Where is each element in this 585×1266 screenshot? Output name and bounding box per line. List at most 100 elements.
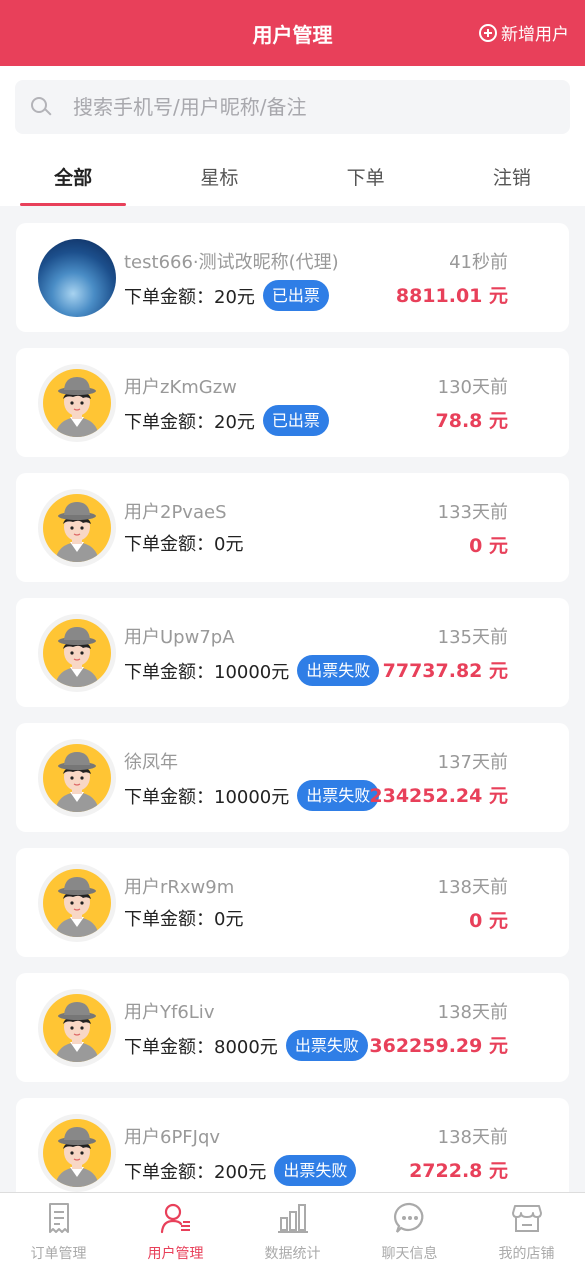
plus-circle-icon (479, 23, 497, 42)
status-badge: 出票失败 (297, 780, 380, 811)
last-active-time: 41秒前 (449, 252, 508, 273)
nav-item-4[interactable]: 我的店铺 (468, 1193, 585, 1266)
add-user-label: 新增用户 (501, 25, 569, 45)
nav-label: 订单管理 (30, 1246, 87, 1262)
user-name: 用户6PFJqv (124, 1127, 221, 1148)
tab-2[interactable]: 下单 (293, 146, 439, 206)
user-card[interactable]: test666·测试改昵称(代理) 41秒前下单金额： 20元 已出票 8811.01 … (16, 223, 569, 332)
order-amount-label: 下单金额： (124, 786, 214, 808)
order-amount-value: 20元 (214, 411, 255, 433)
order-amount-value: 200元 (214, 1161, 267, 1183)
order-amount-value: 10000元 (214, 661, 290, 683)
default-avatar-icon (38, 489, 116, 567)
status-badge: 出票失败 (297, 655, 380, 686)
avatar (38, 239, 116, 317)
tab-3[interactable]: 注销 (439, 146, 585, 206)
user-name: 徐凤年 (124, 752, 178, 773)
user-name: test666·测试改昵称(代理) (124, 252, 339, 273)
order-amount-label: 下单金额： (124, 661, 214, 683)
nav-item-3[interactable]: 聊天信息 (351, 1193, 468, 1266)
default-avatar-icon (38, 739, 116, 817)
user-list-icon (159, 1201, 193, 1243)
order-amount-label: 下单金额： (124, 534, 214, 555)
last-active-time: 138天前 (437, 1002, 508, 1023)
filter-area: 全部星标下单注销 (0, 66, 585, 206)
search-input[interactable] (73, 95, 513, 119)
order-amount-row: 下单金额： 20元 已出票 (124, 405, 329, 436)
order-amount-row: 下单金额： 0元 (124, 905, 243, 931)
last-active-time: 133天前 (437, 502, 508, 523)
order-amount-row: 下单金额： 20元 已出票 (124, 280, 329, 311)
chat-icon (393, 1201, 427, 1243)
app-header: 用户管理 新增用户 (0, 0, 585, 66)
default-avatar-icon (38, 864, 116, 942)
nav-item-1[interactable]: 用户管理 (117, 1193, 234, 1266)
bottom-navigation: 订单管理 用户管理 数据统计 聊天信息 我的店铺 (0, 1192, 585, 1266)
user-name: 用户Yf6Liv (124, 1002, 215, 1023)
order-amount-value: 8000元 (214, 1036, 278, 1058)
total-amount: 78.8 元 (435, 410, 509, 432)
user-card[interactable]: 徐凤年 137天前下单金额： 10000元 出票失败 234252.24 元 (16, 723, 569, 832)
total-amount: 8811.01 元 (395, 285, 508, 307)
last-active-time: 138天前 (437, 1127, 508, 1148)
tab-0[interactable]: 全部 (0, 146, 146, 206)
user-name: 用户rRxw9m (124, 877, 235, 898)
user-name: 用户Upw7pA (124, 627, 235, 648)
status-badge: 已出票 (262, 280, 329, 311)
total-amount: 77737.82 元 (382, 660, 508, 682)
total-amount: 362259.29 元 (369, 1035, 508, 1057)
default-avatar-icon (38, 364, 116, 442)
total-amount: 234252.24 元 (369, 785, 508, 807)
status-badge: 出票失败 (274, 1155, 357, 1186)
status-badge: 已出票 (262, 405, 329, 436)
nav-label: 我的店铺 (498, 1246, 555, 1262)
order-amount-row: 下单金额： 8000元 出票失败 (124, 1030, 368, 1061)
tab-1[interactable]: 星标 (146, 146, 292, 206)
last-active-time: 130天前 (437, 377, 508, 398)
order-amount-row: 下单金额： 0元 (124, 530, 243, 556)
total-amount: 0 元 (469, 535, 508, 557)
user-card[interactable]: 用户rRxw9m 138天前下单金额： 0元 0 元 (16, 848, 569, 957)
status-badge: 出票失败 (285, 1030, 368, 1061)
bar-chart-icon (276, 1201, 310, 1243)
order-amount-row: 下单金额： 10000元 出票失败 (124, 780, 380, 811)
page-title: 用户管理 (252, 22, 333, 47)
user-card[interactable]: 用户Upw7pA 135天前下单金额： 10000元 出票失败 77737.82 元 (16, 598, 569, 707)
order-amount-label: 下单金额： (124, 286, 214, 308)
user-card[interactable]: 用户6PFJqv 138天前下单金额： 200元 出票失败 2722.8 元 (16, 1098, 569, 1207)
user-name: 用户2PvaeS (124, 502, 227, 523)
user-card[interactable]: 用户Yf6Liv 138天前下单金额： 8000元 出票失败 362259.29 元 (16, 973, 569, 1082)
search-bar[interactable] (15, 80, 570, 134)
order-amount-label: 下单金额： (124, 909, 214, 930)
shop-icon (510, 1201, 544, 1243)
nav-label: 数据统计 (264, 1246, 321, 1262)
order-amount-label: 下单金额： (124, 411, 214, 433)
user-card[interactable]: 用户zKmGzw 130天前下单金额： 20元 已出票 78.8 元 (16, 348, 569, 457)
order-amount-label: 下单金额： (124, 1036, 214, 1058)
last-active-time: 138天前 (437, 877, 508, 898)
total-amount: 0 元 (469, 910, 508, 932)
receipt-icon (42, 1201, 76, 1243)
user-name: 用户zKmGzw (124, 377, 237, 398)
order-amount-value: 20元 (214, 286, 255, 308)
order-amount-row: 下单金额： 10000元 出票失败 (124, 655, 380, 686)
nav-label: 聊天信息 (381, 1246, 438, 1262)
total-amount: 2722.8 元 (409, 1160, 508, 1182)
nav-item-0[interactable]: 订单管理 (0, 1193, 117, 1266)
nav-label: 用户管理 (147, 1246, 204, 1262)
tab-bar: 全部 星标 下单 注销 (0, 146, 585, 206)
default-avatar-icon (38, 614, 116, 692)
nav-item-2[interactable]: 数据统计 (234, 1193, 351, 1266)
add-user-button[interactable]: 新增用户 (479, 20, 569, 45)
default-avatar-icon (38, 989, 116, 1067)
last-active-time: 137天前 (437, 752, 508, 773)
order-amount-row: 下单金额： 200元 出票失败 (124, 1155, 357, 1186)
default-avatar-icon (38, 1114, 116, 1192)
user-card[interactable]: 用户2PvaeS 133天前下单金额： 0元 0 元 (16, 473, 569, 582)
order-amount-value: 0元 (214, 534, 244, 555)
user-list: test666·测试改昵称(代理) 41秒前 下单金额： 20元 已出票 8811.01 … (0, 206, 585, 1207)
order-amount-label: 下单金额： (124, 1161, 214, 1183)
last-active-time: 135天前 (437, 627, 508, 648)
order-amount-value: 10000元 (214, 786, 290, 808)
search-icon (31, 97, 52, 117)
